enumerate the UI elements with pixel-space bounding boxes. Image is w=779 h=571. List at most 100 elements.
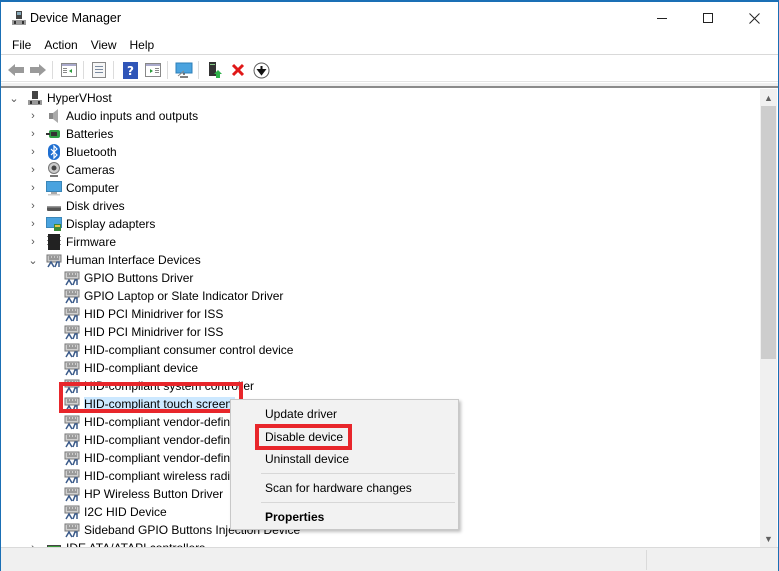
menu-help[interactable]: Help	[124, 35, 162, 55]
title-bar: Device Manager	[1, 2, 778, 34]
disk-drive-icon	[46, 198, 62, 214]
maximize-icon	[703, 13, 713, 23]
toolbar: ?	[1, 57, 778, 82]
close-button[interactable]	[731, 2, 777, 34]
display-adapter-icon	[46, 216, 62, 232]
chevron-right-icon[interactable]: ›	[28, 233, 38, 251]
context-menu-separator	[261, 473, 455, 474]
chevron-right-icon[interactable]: ›	[28, 107, 38, 125]
hid-device-icon	[64, 432, 80, 448]
battery-icon	[46, 126, 62, 142]
tree-label: GPIO Buttons Driver	[84, 271, 194, 285]
camera-icon	[46, 162, 62, 178]
tree-label: HP Wireless Button Driver	[84, 487, 224, 501]
scroll-down-button[interactable]: ▼	[760, 530, 777, 547]
hid-icon	[46, 252, 62, 268]
context-menu: Update driver Disable device Uninstall d…	[230, 399, 459, 530]
minimize-icon	[657, 17, 667, 19]
scan-hardware-button[interactable]	[174, 60, 194, 80]
hid-device-icon	[64, 468, 80, 484]
update-driver-button[interactable]	[205, 60, 225, 80]
firmware-icon	[46, 234, 62, 250]
tree-label: GPIO Laptop or Slate Indicator Driver	[84, 289, 284, 303]
menu-action[interactable]: Action	[38, 35, 84, 55]
hid-device-icon	[64, 522, 80, 538]
monitor-scan-icon	[175, 62, 193, 78]
chevron-right-icon[interactable]: ›	[28, 539, 38, 547]
tree-label: HID PCI Minidriver for ISS	[84, 307, 224, 321]
update-driver-icon	[209, 61, 222, 78]
tree-label: Firmware	[66, 235, 116, 249]
menu-view[interactable]: View	[85, 35, 124, 55]
help-button[interactable]: ?	[120, 60, 140, 80]
back-button[interactable]	[6, 60, 26, 80]
chevron-right-icon[interactable]: ›	[28, 215, 38, 233]
tree-label: HyperVHost	[47, 91, 112, 105]
chevron-down-icon[interactable]: ⌄	[9, 89, 19, 107]
chevron-up-icon: ▲	[764, 92, 773, 103]
properties-sheet-icon	[92, 62, 106, 78]
down-arrow-circle-icon	[253, 62, 269, 78]
hid-device-icon	[64, 450, 80, 466]
forward-button[interactable]	[28, 60, 48, 80]
toolbar-separator	[52, 61, 53, 79]
tree-label: Cameras	[66, 163, 115, 177]
hid-device-icon	[64, 486, 80, 502]
hid-device-icon	[64, 342, 80, 358]
console-tree-icon	[61, 63, 77, 77]
uninstall-device-button[interactable]	[228, 60, 248, 80]
tree-label: Bluetooth	[66, 145, 117, 159]
status-bar	[1, 547, 778, 571]
action-pane-icon	[145, 63, 161, 77]
disable-device-button[interactable]	[251, 60, 271, 80]
hid-device-icon	[64, 270, 80, 286]
tree-label: Human Interface Devices	[66, 253, 201, 267]
show-action-pane-button[interactable]	[143, 60, 163, 80]
help-icon: ?	[122, 61, 138, 79]
toolbar-separator	[198, 61, 199, 79]
tree-label: Computer	[66, 181, 119, 195]
computer-host-icon	[27, 90, 43, 106]
scroll-up-button[interactable]: ▲	[760, 89, 777, 106]
hid-device-icon	[64, 360, 80, 376]
tree-label: HID PCI Minidriver for ISS	[84, 325, 224, 339]
red-x-icon	[231, 63, 245, 77]
ide-controller-icon	[46, 540, 62, 547]
chevron-right-icon[interactable]: ›	[28, 143, 38, 161]
chevron-right-icon[interactable]: ›	[28, 125, 38, 143]
bluetooth-icon	[46, 144, 62, 160]
tree-label: HID-compliant consumer control device	[84, 343, 294, 357]
context-menu-scan-hardware[interactable]: Scan for hardware changes	[232, 477, 457, 499]
tree-label: HID-compliant device	[84, 361, 199, 375]
chevron-right-icon[interactable]: ›	[28, 179, 38, 197]
hid-device-icon	[64, 288, 80, 304]
tree-label: Audio inputs and outputs	[66, 109, 199, 123]
close-icon	[748, 12, 760, 24]
chevron-down-icon[interactable]: ⌄	[28, 251, 38, 269]
chevron-right-icon[interactable]: ›	[28, 161, 38, 179]
scrollbar-thumb[interactable]	[761, 106, 776, 359]
speaker-icon	[46, 108, 62, 124]
hid-device-icon	[64, 324, 80, 340]
hid-device-icon	[64, 306, 80, 322]
menu-bar: File Action View Help	[1, 35, 778, 55]
chevron-right-icon[interactable]: ›	[28, 197, 38, 215]
chevron-down-icon: ▼	[764, 533, 773, 544]
minimize-button[interactable]	[639, 2, 685, 34]
annotation-highlight-disable-device	[255, 424, 352, 450]
context-menu-uninstall-device[interactable]: Uninstall device	[232, 448, 457, 470]
device-manager-window: Device Manager File Action View Help ? ⌄…	[0, 0, 779, 571]
context-menu-separator	[261, 502, 455, 503]
hid-device-icon	[64, 504, 80, 520]
maximize-button[interactable]	[685, 2, 731, 34]
device-manager-app-icon	[11, 10, 27, 26]
menu-file[interactable]: File	[6, 35, 38, 55]
toolbar-separator	[83, 61, 84, 79]
status-bar-divider	[646, 550, 647, 570]
hid-device-icon	[64, 414, 80, 430]
context-menu-properties[interactable]: Properties	[232, 506, 457, 528]
context-menu-update-driver[interactable]: Update driver	[232, 403, 457, 425]
properties-button[interactable]	[89, 60, 109, 80]
show-hide-console-tree-button[interactable]	[59, 60, 79, 80]
vertical-scrollbar[interactable]: ▲ ▼	[760, 89, 777, 547]
